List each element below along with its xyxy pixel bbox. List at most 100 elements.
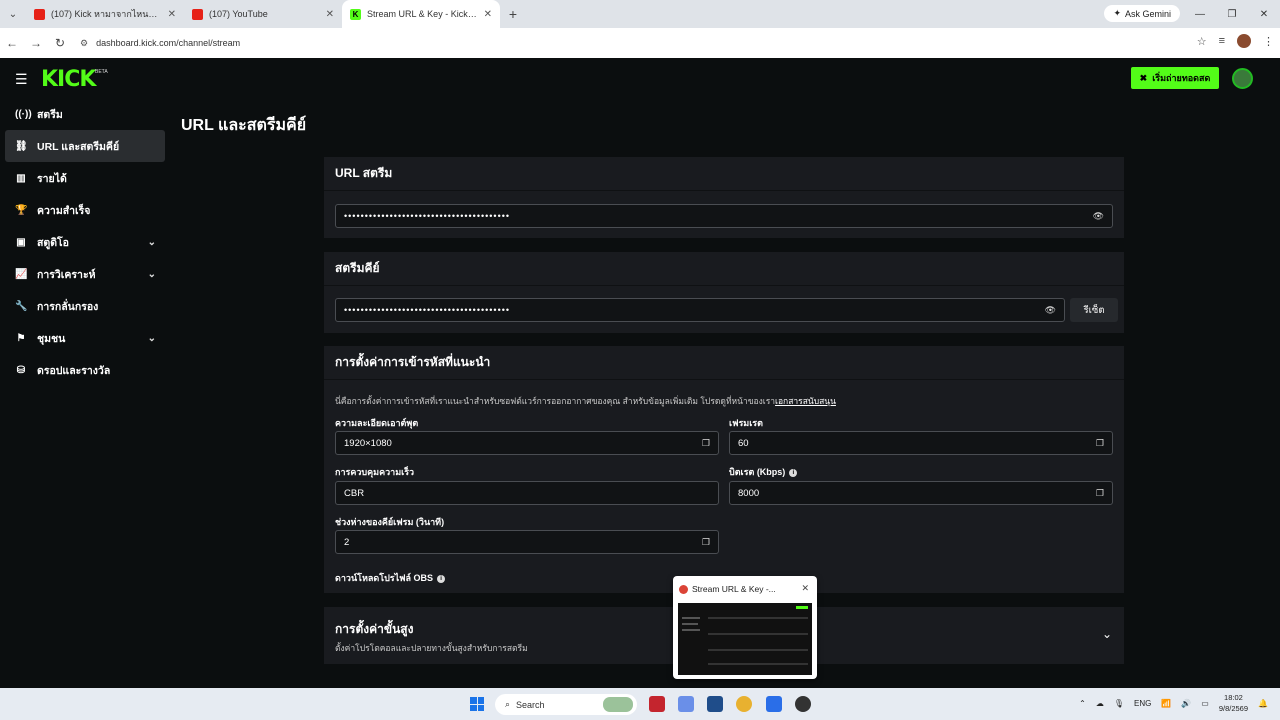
store-app-icon[interactable]: [707, 696, 723, 712]
browser-tabbar: ⌄ (107) Kick หามาจากไหน? สิ่งที่มีอ... ✕…: [0, 0, 1280, 28]
chrome-app-icon[interactable]: [736, 696, 752, 712]
vivaldi-app-icon[interactable]: [649, 696, 665, 712]
download-obs-profile-link[interactable]: ดาวน์โหลดโปรไฟล์ OBS i: [335, 571, 446, 585]
forward-icon[interactable]: →: [24, 36, 48, 50]
close-icon[interactable]: ✕: [168, 9, 176, 20]
support-docs-link[interactable]: เอกสารสนับสนุน: [775, 396, 836, 406]
kick-icon: ✖: [1139, 72, 1148, 83]
reset-key-button[interactable]: รีเซ็ต: [1070, 298, 1118, 322]
info-icon[interactable]: i: [437, 574, 446, 583]
active-app-icon[interactable]: [766, 696, 782, 712]
eye-icon[interactable]: 👁: [1093, 211, 1104, 222]
hamburger-menu-icon[interactable]: ☰: [15, 71, 28, 88]
copy-icon[interactable]: ❐: [702, 537, 710, 548]
windows-start-icon[interactable]: [470, 697, 484, 711]
close-icon[interactable]: ✕: [801, 583, 809, 594]
window-controls: — ❐ ✕: [1184, 0, 1280, 28]
sidebar-item-label: การวิเคราะห์: [37, 268, 96, 281]
user-avatar[interactable]: [1232, 68, 1253, 89]
taskbar-window-preview[interactable]: Stream URL & Key -... ✕: [673, 576, 817, 679]
copy-icon[interactable]: ❐: [1096, 438, 1104, 449]
microphone-icon[interactable]: 🎙: [1114, 699, 1124, 708]
trophy-icon: 🏆: [15, 204, 28, 216]
close-icon[interactable]: ✕: [326, 9, 334, 20]
eye-icon[interactable]: 👁: [1045, 305, 1056, 316]
browser-tab-3[interactable]: K Stream URL & Key - Kick Dashb... ✕: [342, 0, 500, 28]
wifi-icon[interactable]: 📶: [1161, 699, 1171, 708]
language-indicator[interactable]: ENG: [1134, 699, 1151, 708]
kick-logo[interactable]: KICK: [41, 67, 96, 92]
framerate-field[interactable]: 60 ❐: [729, 431, 1113, 455]
volume-icon[interactable]: 🔊: [1181, 699, 1191, 708]
chevron-down-icon[interactable]: ⌄: [1102, 627, 1112, 641]
obs-app-icon[interactable]: [795, 696, 811, 712]
windows-taskbar: ⌕ Search ⌃ ☁ 🎙 ENG 📶 🔊 ▭ 18:02 9/8/2569 …: [0, 688, 1280, 720]
menu-dots-icon[interactable]: ⋮: [1263, 35, 1274, 48]
clock[interactable]: 18:02 9/8/2569: [1219, 692, 1248, 714]
stream-key-card: สตรีมคีย์ ••••••••••••••••••••••••••••••…: [324, 252, 1124, 333]
gemini-label: Ask Gemini: [1124, 8, 1171, 19]
stream-url-field[interactable]: ••••••••••••••••••••••••••••••••••••••••…: [335, 204, 1113, 228]
framerate-label: เฟรมเรต: [729, 418, 763, 428]
resolution-value: 1920×1080: [344, 437, 392, 449]
cloud-icon[interactable]: ☁: [1096, 699, 1104, 708]
minimize-button[interactable]: —: [1184, 0, 1216, 28]
keyframe-value: 2: [344, 536, 350, 548]
analytics-icon: 📈: [15, 268, 28, 280]
url-field[interactable]: ⚙ dashboard.kick.com/channel/stream: [80, 32, 1180, 54]
profile-avatar[interactable]: [1237, 34, 1251, 48]
sidebar-item-url-key[interactable]: ⛓ URL และสตรีมคีย์: [5, 130, 165, 162]
close-icon[interactable]: ✕: [484, 9, 492, 20]
sidebar: ((·)) สตรีม ⛓ URL และสตรีมคีย์ ▥ รายได้ …: [0, 98, 170, 386]
ask-gemini-button[interactable]: ✦ Ask Gemini: [1104, 5, 1180, 22]
back-icon[interactable]: ←: [0, 36, 24, 50]
rate-control-field[interactable]: CBR: [335, 481, 719, 505]
keyframe-field[interactable]: 2 ❐: [335, 530, 719, 554]
resolution-label: ความละเอียดเอาต์พุต: [335, 418, 419, 428]
browser-tab-1[interactable]: (107) Kick หามาจากไหน? สิ่งที่มีอ... ✕: [26, 0, 184, 28]
tab-title: (107) Kick หามาจากไหน? สิ่งที่มีอ...: [51, 9, 162, 19]
maximize-button[interactable]: ❐: [1216, 0, 1248, 28]
chevron-down-icon[interactable]: ⌄: [148, 237, 156, 248]
notification-bell-icon[interactable]: 🔔: [1258, 699, 1268, 708]
bitrate-field[interactable]: 8000 ❐: [729, 481, 1113, 505]
info-icon[interactable]: i: [789, 468, 798, 477]
site-info-icon[interactable]: ⚙: [80, 38, 88, 49]
sidebar-item-stream[interactable]: ((·)) สตรีม: [0, 98, 170, 130]
sidebar-item-community[interactable]: ⚑ ชุมชน ⌄: [0, 322, 170, 354]
reading-list-icon[interactable]: ≡: [1219, 35, 1225, 47]
sidebar-item-achievements[interactable]: 🏆 ความสำเร็จ: [0, 194, 170, 226]
bookmark-star-icon[interactable]: ☆: [1197, 35, 1207, 48]
stream-key-field[interactable]: ••••••••••••••••••••••••••••••••••••••••…: [335, 298, 1065, 322]
chevron-down-icon[interactable]: ⌄: [148, 333, 156, 344]
resolution-field[interactable]: 1920×1080 ❐: [335, 431, 719, 455]
chevron-down-icon[interactable]: ⌄: [148, 269, 156, 280]
taskbar-search[interactable]: ⌕ Search: [495, 694, 637, 715]
go-live-button[interactable]: ✖ เริ่มถ่ายทอดสด: [1131, 67, 1219, 89]
beta-badge: BETA: [95, 69, 108, 75]
tab-search-icon[interactable]: ⌄: [0, 0, 26, 28]
bitrate-label: บิตเรต (Kbps) i: [729, 465, 798, 479]
copy-icon[interactable]: ❐: [702, 438, 710, 449]
sidebar-item-analytics[interactable]: 📈 การวิเคราะห์ ⌄: [0, 258, 170, 290]
copilot-app-icon[interactable]: [678, 696, 694, 712]
stream-key-value: ••••••••••••••••••••••••••••••••••••••••: [344, 305, 511, 315]
new-tab-button[interactable]: +: [500, 6, 526, 22]
preview-thumbnail[interactable]: [678, 603, 812, 675]
sidebar-item-studio[interactable]: ▣ สตูดิโอ ⌄: [0, 226, 170, 258]
clock-date: 9/8/2569: [1218, 704, 1249, 713]
sidebar-item-moderation[interactable]: 🔧 การกลั่นกรอง: [0, 290, 170, 322]
card-heading: การตั้งค่าการเข้ารหัสที่แนะนำ: [324, 346, 1124, 380]
stream-url-card: URL สตรีม ••••••••••••••••••••••••••••••…: [324, 157, 1124, 238]
kick-header: ☰ KICK BETA ✖ เริ่มถ่ายทอดสด: [0, 58, 1280, 98]
stream-url-value: ••••••••••••••••••••••••••••••••••••••••: [344, 211, 511, 221]
browser-tab-2[interactable]: (107) YouTube ✕: [184, 0, 342, 28]
battery-icon[interactable]: ▭: [1201, 699, 1209, 708]
copy-icon[interactable]: ❐: [1096, 488, 1104, 499]
wrench-icon: 🔧: [15, 300, 28, 312]
chevron-up-icon[interactable]: ⌃: [1079, 699, 1086, 708]
sidebar-item-drops[interactable]: ⛁ ดรอปและรางวัล: [0, 354, 170, 386]
sidebar-item-revenue[interactable]: ▥ รายได้: [0, 162, 170, 194]
close-window-button[interactable]: ✕: [1248, 0, 1280, 28]
reload-icon[interactable]: ↻: [48, 36, 72, 50]
